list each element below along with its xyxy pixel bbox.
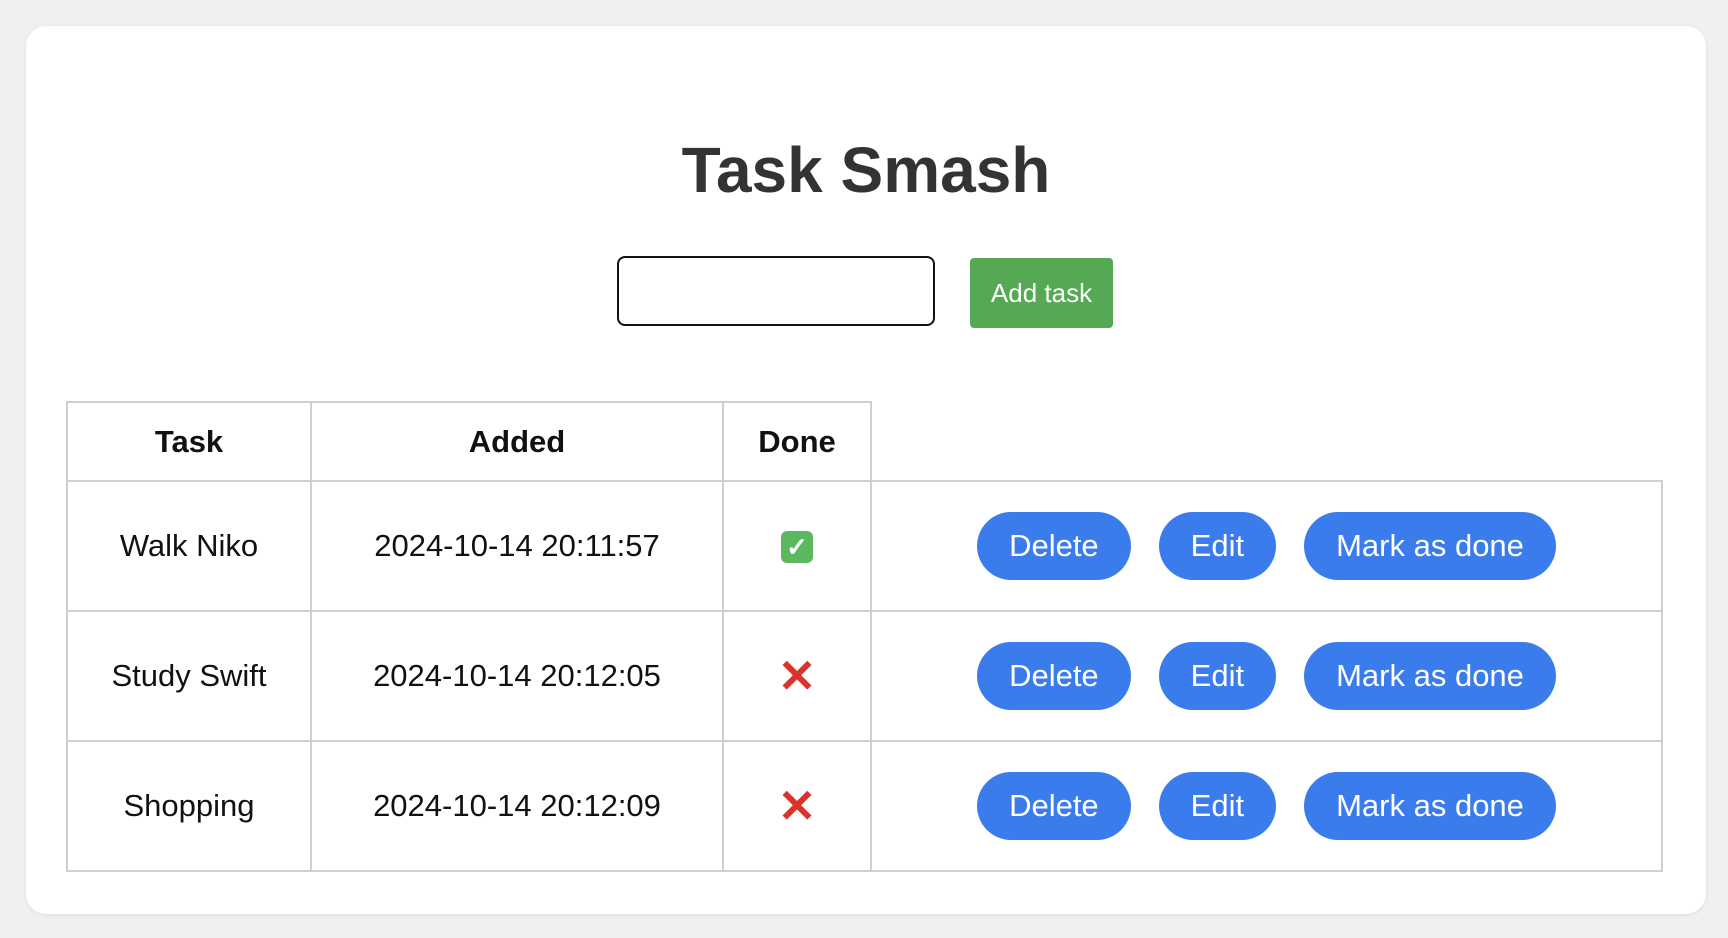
table-row: Walk Niko 2024-10-14 20:11:57 ✓ Delete Edit M…	[66, 480, 1663, 612]
edit-button[interactable]: Edit	[1158, 642, 1277, 710]
edit-button[interactable]: Edit	[1158, 512, 1277, 580]
task-actions-cell: Delete Edit Mark as done	[870, 480, 1663, 612]
edit-button[interactable]: Edit	[1158, 772, 1277, 840]
table-row: Shopping 2024-10-14 20:12:09 ✕ Delete Edit Ma…	[66, 740, 1663, 872]
check-mark-icon: ✓	[781, 531, 813, 563]
action-buttons: Delete Edit Mark as done	[872, 772, 1661, 840]
task-done-cell: ✓	[722, 480, 872, 612]
new-task-input[interactable]	[617, 256, 935, 326]
column-header-added: Added	[310, 401, 724, 482]
task-added-cell: 2024-10-14 20:11:57	[310, 480, 724, 612]
task-actions-cell: Delete Edit Mark as done	[870, 610, 1663, 742]
table-header-row: Task Added Done	[66, 401, 1662, 482]
task-table: Task Added Done Walk Niko 2024-10-14 20:1…	[66, 401, 1663, 872]
delete-button[interactable]: Delete	[977, 772, 1131, 840]
mark-as-done-button[interactable]: Mark as done	[1304, 772, 1556, 840]
task-added-cell: 2024-10-14 20:12:09	[310, 740, 724, 872]
mark-as-done-button[interactable]: Mark as done	[1304, 642, 1556, 710]
task-done-cell: ✕	[722, 610, 872, 742]
table-row: Study Swift 2024-10-14 20:12:05 ✕ Delete Edi…	[66, 610, 1663, 742]
column-header-task: Task	[66, 401, 312, 482]
action-buttons: Delete Edit Mark as done	[872, 512, 1661, 580]
column-header-actions	[870, 402, 1662, 482]
task-added-cell: 2024-10-14 20:12:05	[310, 610, 724, 742]
column-header-done: Done	[722, 401, 872, 482]
task-rows: Walk Niko 2024-10-14 20:11:57 ✓ Delete Edit M…	[66, 480, 1663, 872]
add-task-button[interactable]: Add task	[970, 258, 1113, 328]
page-title: Task Smash	[681, 134, 1051, 206]
task-done-cell: ✕	[722, 740, 872, 872]
main-card: Task Smash Add task Task Added Done Walk…	[26, 26, 1706, 914]
cross-mark-icon: ✕	[777, 649, 817, 702]
task-name-cell: Study Swift	[66, 610, 312, 742]
task-actions-cell: Delete Edit Mark as done	[870, 740, 1663, 872]
cross-mark-icon: ✕	[777, 779, 817, 832]
action-buttons: Delete Edit Mark as done	[872, 642, 1661, 710]
delete-button[interactable]: Delete	[977, 512, 1131, 580]
task-name-cell: Walk Niko	[66, 480, 312, 612]
mark-as-done-button[interactable]: Mark as done	[1304, 512, 1556, 580]
delete-button[interactable]: Delete	[977, 642, 1131, 710]
task-name-cell: Shopping	[66, 740, 312, 872]
